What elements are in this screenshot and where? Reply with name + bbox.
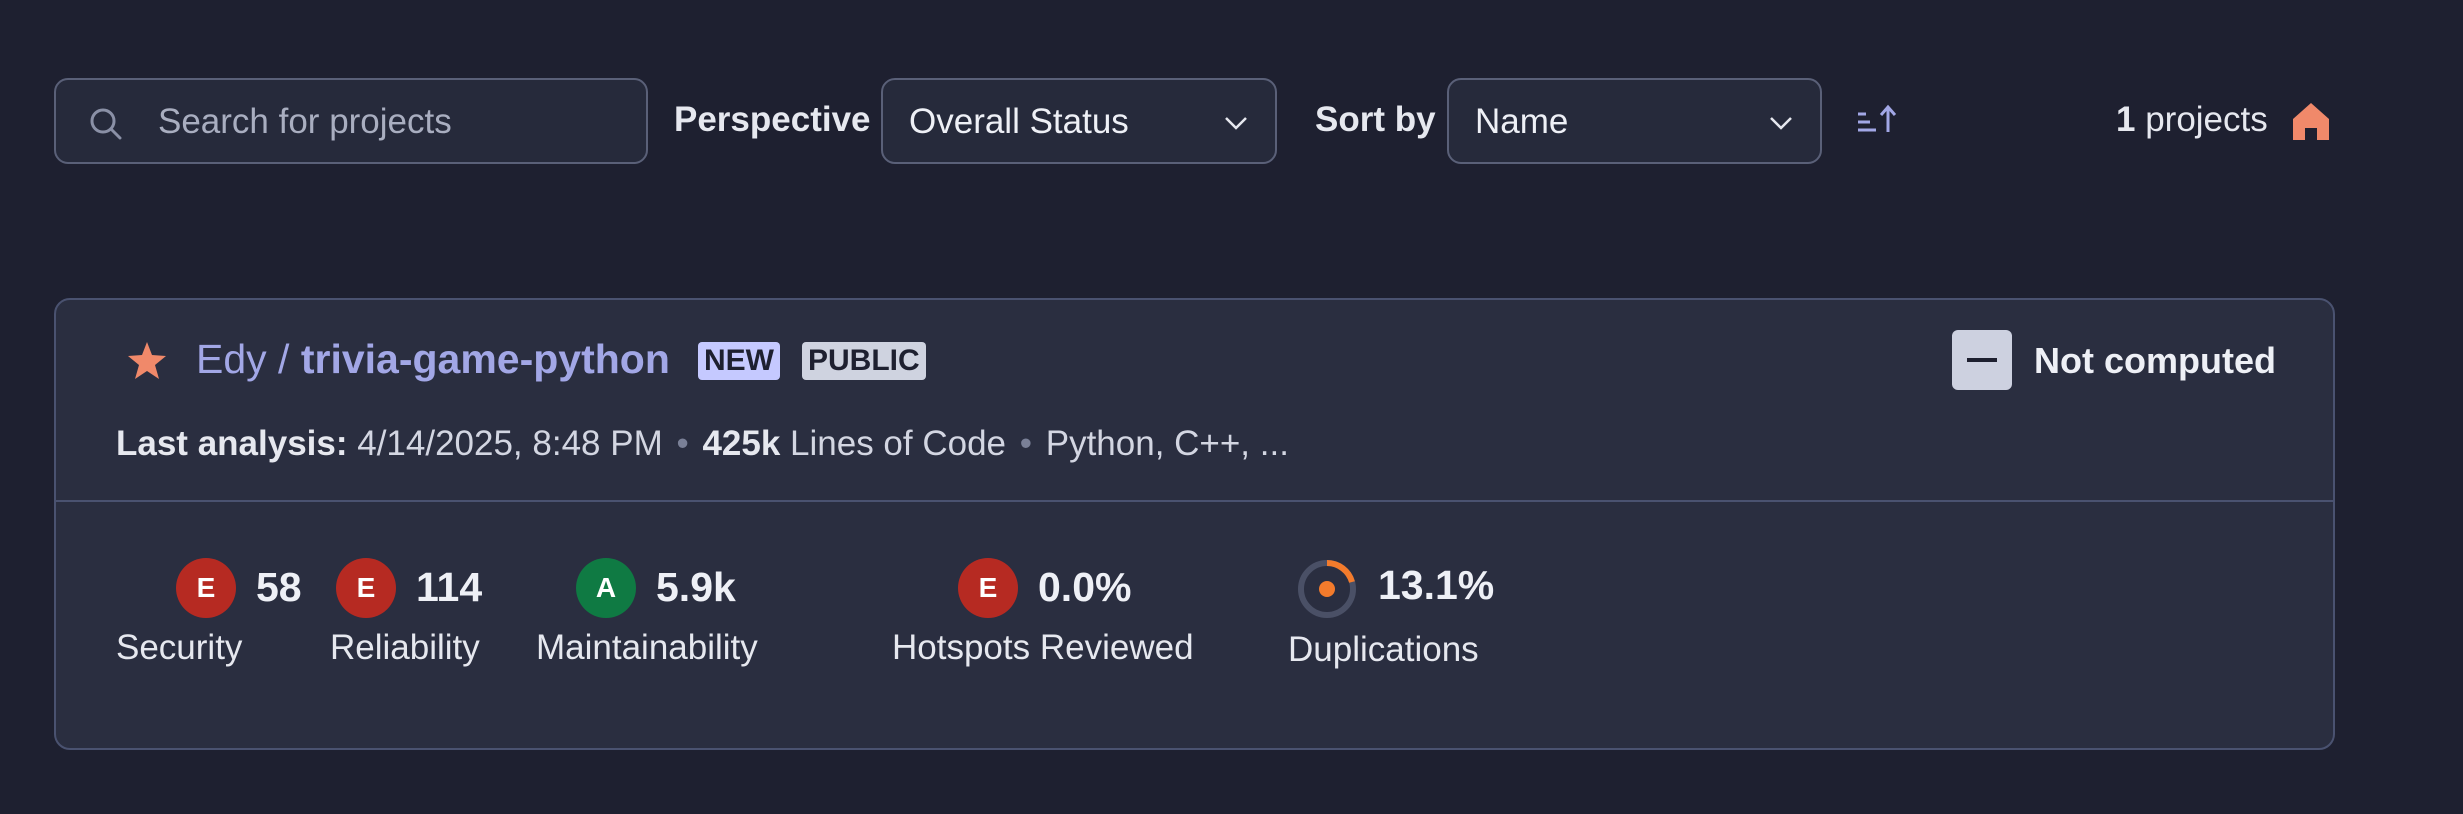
duplication-ring-icon — [1298, 560, 1356, 618]
metric-label: Security — [116, 628, 243, 667]
last-analysis-label: Last analysis: — [116, 424, 348, 463]
quality-gate-icon — [1952, 330, 2012, 390]
metric-label: Duplications — [1288, 630, 1479, 669]
project-count-number: 1 — [2116, 100, 2136, 139]
sort-ascending-icon[interactable] — [1854, 100, 1900, 144]
chevron-down-icon — [1770, 117, 1792, 130]
sort-select[interactable]: Name — [1447, 78, 1822, 164]
rating-badge: E — [958, 558, 1018, 618]
rating-badge: E — [336, 558, 396, 618]
project-name-link[interactable]: trivia-game-python — [301, 336, 670, 382]
rating-badge: A — [576, 558, 636, 618]
metric-value[interactable]: 13.1% — [1378, 562, 1494, 609]
metric-value[interactable]: 5.9k — [656, 564, 736, 611]
title-separator: / — [266, 336, 301, 382]
rating-badge: E — [176, 558, 236, 618]
perspective-label: Perspective — [674, 100, 871, 139]
sort-value: Name — [1475, 102, 1569, 141]
metric-value[interactable]: 58 — [256, 564, 302, 611]
search-input[interactable] — [156, 80, 630, 164]
metric-value[interactable]: 0.0% — [1038, 564, 1131, 611]
search-icon — [90, 108, 122, 140]
card-divider — [56, 500, 2333, 502]
project-count-suffix: projects — [2135, 100, 2268, 139]
perspective-select[interactable]: Overall Status — [881, 78, 1277, 164]
chevron-down-icon — [1225, 117, 1247, 130]
loc-label: Lines of Code — [780, 424, 1007, 463]
home-icon[interactable] — [2290, 100, 2332, 142]
sort-label: Sort by — [1315, 100, 1436, 139]
metric-value[interactable]: 114 — [416, 564, 482, 611]
project-owner-link[interactable]: Edy — [196, 336, 267, 382]
metric-label: Maintainability — [536, 628, 758, 667]
search-box[interactable] — [54, 78, 648, 164]
project-meta: Last analysis: 4/14/2025, 8:48 PM • 425k… — [116, 424, 1289, 463]
new-badge: NEW — [698, 342, 780, 380]
toolbar: Perspective Overall Status Sort by Name … — [54, 78, 2344, 166]
perspective-value: Overall Status — [909, 102, 1129, 141]
project-card: Edy / trivia-game-python NEW PUBLIC Not … — [54, 298, 2335, 750]
quality-gate-status: Not computed — [2034, 340, 2276, 381]
languages: Python, C++, ... — [1045, 424, 1289, 463]
star-icon[interactable] — [126, 340, 168, 382]
public-badge: PUBLIC — [802, 342, 926, 380]
metric-label: Reliability — [330, 628, 480, 667]
project-count: 1 projects — [2116, 100, 2268, 140]
project-title: Edy / trivia-game-python — [196, 336, 670, 383]
last-analysis-value: 4/14/2025, 8:48 PM — [347, 424, 663, 463]
metric-label: Hotspots Reviewed — [892, 628, 1194, 667]
loc-value: 425k — [702, 424, 781, 463]
